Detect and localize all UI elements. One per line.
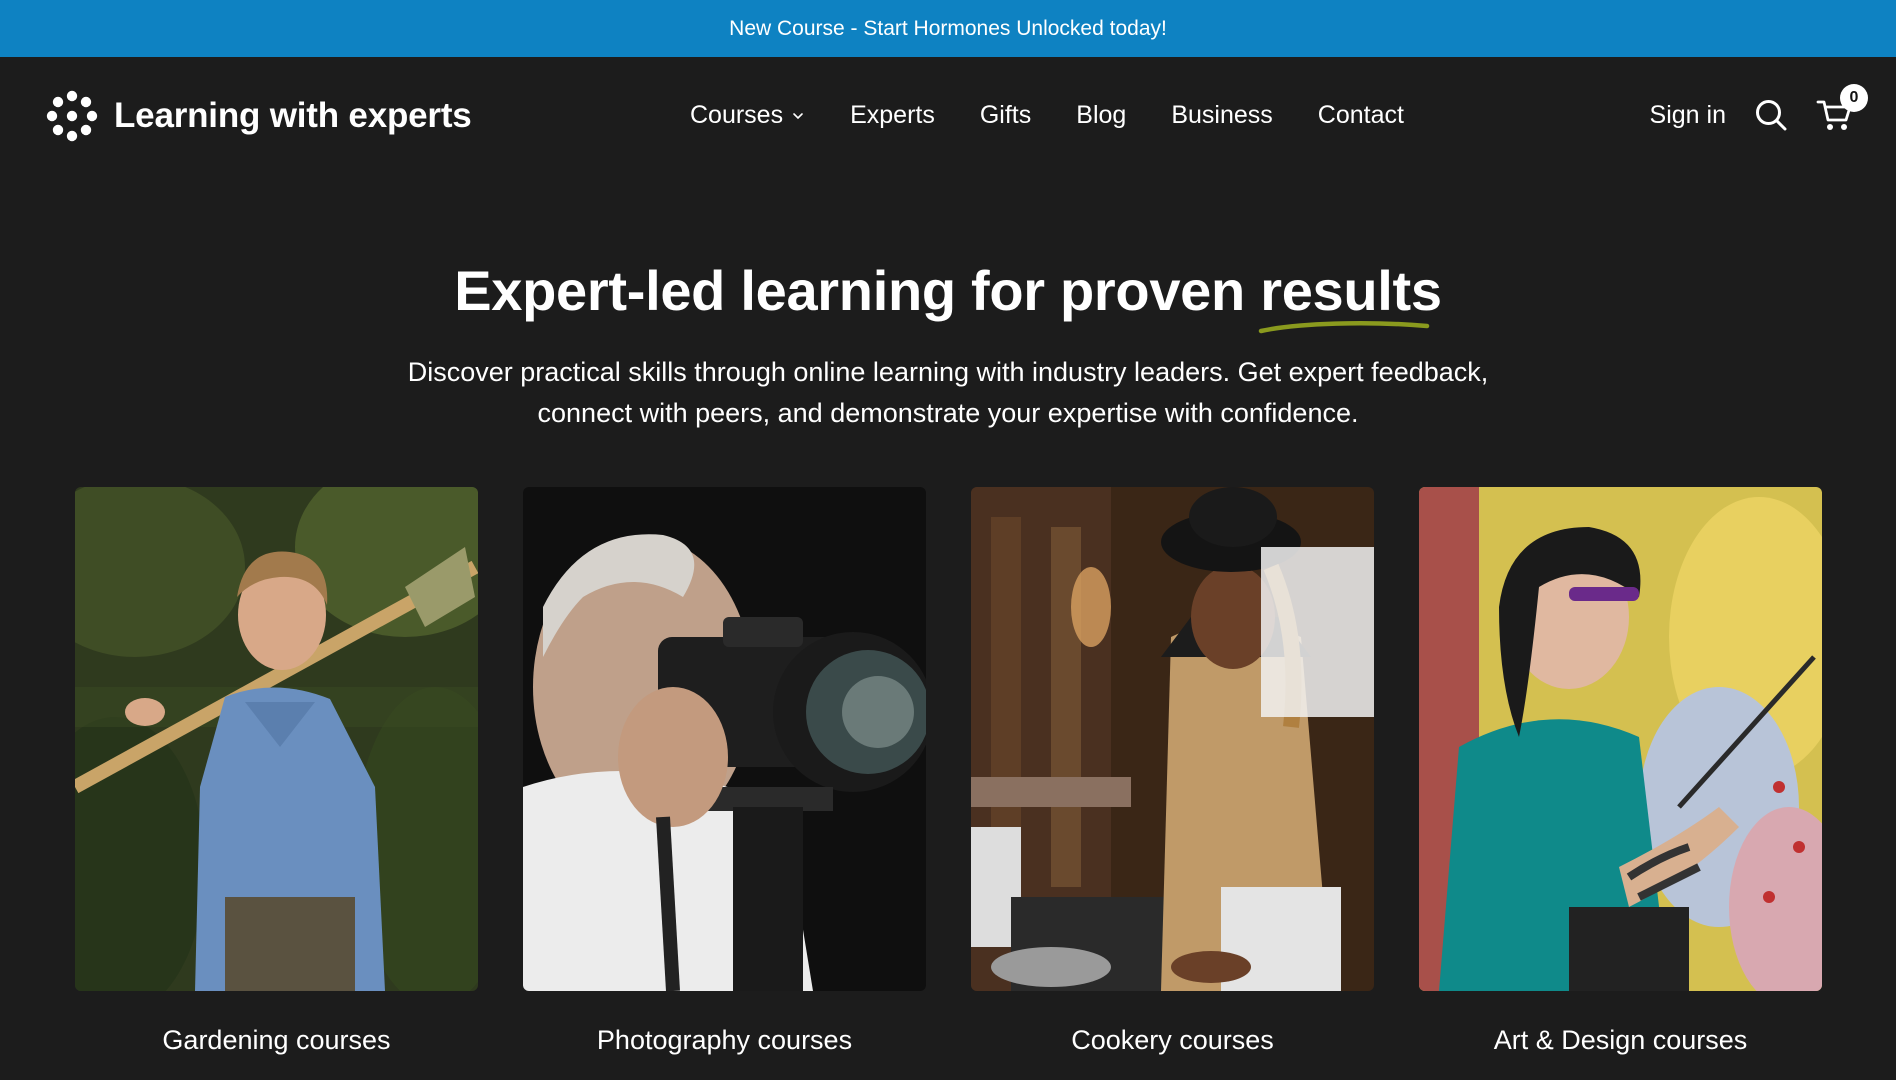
search-icon[interactable]	[1754, 98, 1788, 132]
cookery-photo-art	[971, 487, 1374, 991]
hero-title: Expert-led learning for proven results	[0, 258, 1896, 334]
art-design-photo-art	[1419, 487, 1822, 991]
nav-courses[interactable]: Courses	[690, 101, 805, 130]
card-art-design-label: Art & Design courses	[1493, 1025, 1748, 1055]
nav-gifts-label: Gifts	[979, 100, 1032, 129]
hero-subtitle: Discover practical skills through online…	[407, 357, 1489, 428]
cookery-photo[interactable]	[971, 487, 1374, 991]
cart-button[interactable]: 0	[1816, 84, 1868, 134]
site-header: Learning with experts Courses Experts Gi…	[0, 57, 1896, 175]
nav-gifts[interactable]: Gifts	[980, 101, 1031, 130]
chevron-down-icon	[793, 113, 803, 120]
hero-title-highlight: results	[1260, 259, 1442, 322]
sign-in-link[interactable]: Sign in	[1650, 101, 1726, 130]
photography-photo-art	[523, 487, 926, 991]
category-cards: Gardening courses Photography courses Co…	[75, 487, 1823, 1056]
nav-blog[interactable]: Blog	[1076, 101, 1126, 130]
announcement-bar[interactable]: New Course - Start Hormones Unlocked tod…	[0, 0, 1896, 57]
card-art-design[interactable]: Art & Design courses	[1419, 487, 1822, 1056]
logo-text: Learning with experts	[114, 96, 472, 135]
gardening-photo-art	[75, 487, 478, 991]
announcement-text[interactable]: New Course - Start Hormones Unlocked tod…	[729, 17, 1167, 41]
nav-contact[interactable]: Contact	[1318, 101, 1404, 130]
nav-experts-label: Experts	[850, 100, 935, 129]
cart-count-badge: 0	[1840, 84, 1868, 112]
header-tools: Sign in 0	[1650, 84, 1868, 137]
art-design-photo[interactable]	[1419, 487, 1822, 991]
card-photography-label: Photography courses	[596, 1025, 853, 1055]
nav-contact-label: Contact	[1317, 100, 1404, 129]
gardening-photo[interactable]	[75, 487, 478, 991]
nav-business-label: Business	[1171, 100, 1273, 129]
hero-title-highlight-wrap: results	[1258, 258, 1442, 334]
site-logo[interactable]: Learning with experts	[44, 87, 472, 145]
card-cookery[interactable]: Cookery courses	[971, 487, 1374, 1056]
nav-business[interactable]: Business	[1171, 101, 1272, 130]
card-photography[interactable]: Photography courses	[523, 487, 926, 1056]
card-cookery-label: Cookery courses	[1071, 1025, 1274, 1055]
photography-photo[interactable]	[523, 487, 926, 991]
nav-courses-label: Courses	[690, 100, 784, 129]
main-nav: Courses Experts Gifts Blog Business Cont…	[690, 95, 1404, 135]
card-gardening-label: Gardening courses	[162, 1025, 391, 1055]
nav-experts[interactable]: Experts	[850, 101, 935, 130]
hero-title-main: Expert-led learning for proven	[454, 259, 1261, 322]
logo-dots-icon	[46, 90, 98, 142]
underline-swoosh-icon	[1258, 321, 1430, 334]
card-gardening[interactable]: Gardening courses	[75, 487, 478, 1056]
nav-blog-label: Blog	[1076, 100, 1127, 129]
